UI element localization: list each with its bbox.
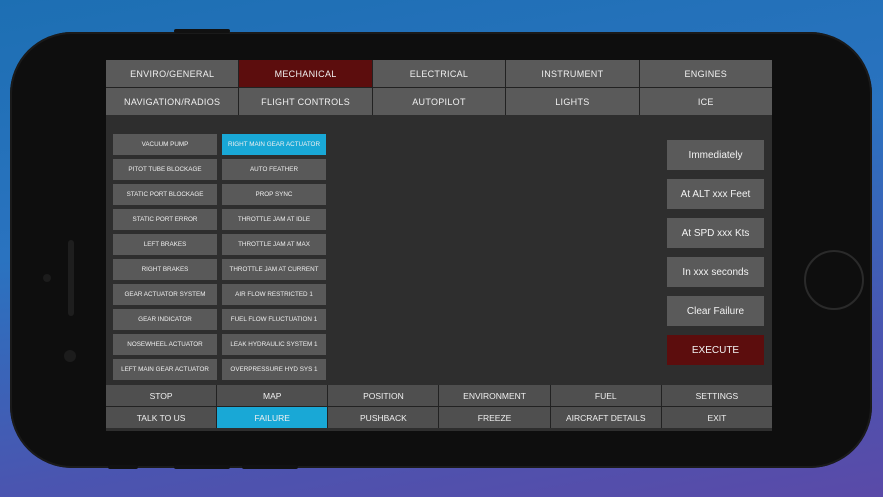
failure-throttle-jam-idle[interactable]: THROTTLE JAM AT IDLE [222, 209, 326, 230]
phone-camera [43, 274, 51, 282]
failure-static-port-blockage[interactable]: STATIC PORT BLOCKAGE [113, 184, 217, 205]
failure-left-main-gear-actuator[interactable]: LEFT MAIN GEAR ACTUATOR [113, 359, 217, 380]
nav-aircraft-details[interactable]: AIRCRAFT DETAILS [550, 407, 661, 428]
nav-pushback[interactable]: PUSHBACK [328, 407, 439, 428]
tab-mechanical[interactable]: MECHANICAL [239, 60, 372, 87]
bottom-navigation: STOP MAP POSITION ENVIRONMENT FUEL SETTI… [106, 385, 772, 428]
failure-right-main-gear-actuator[interactable]: RIGHT MAIN GEAR ACTUATOR [222, 134, 326, 155]
tab-navigation-radios[interactable]: NAVIGATION/RADIOS [106, 88, 239, 115]
phone-power-button [174, 29, 230, 33]
tab-enviro-general[interactable]: ENVIRO/GENERAL [106, 60, 239, 87]
failure-list: VACUUM PUMP RIGHT MAIN GEAR ACTUATOR PIT… [113, 134, 326, 380]
immediately-button[interactable]: Immediately [667, 140, 764, 170]
at-speed-button[interactable]: At SPD xxx Kts [667, 218, 764, 248]
tab-autopilot[interactable]: AUTOPILOT [372, 88, 506, 115]
in-seconds-button[interactable]: In xxx seconds [667, 257, 764, 287]
failure-right-brakes[interactable]: RIGHT BRAKES [113, 259, 217, 280]
phone-speaker [68, 240, 74, 316]
phone-home-button [804, 250, 864, 310]
nav-map[interactable]: MAP [217, 385, 328, 406]
tab-flight-controls[interactable]: FLIGHT CONTROLS [239, 88, 372, 115]
tab-engines[interactable]: ENGINES [639, 60, 772, 87]
phone-sensor [64, 350, 76, 362]
failure-static-port-error[interactable]: STATIC PORT ERROR [113, 209, 217, 230]
nav-exit[interactable]: EXIT [661, 407, 772, 428]
app-screen: ENVIRO/GENERAL MECHANICAL ELECTRICAL INS… [106, 60, 772, 431]
failure-overpressure-hyd-sys-1[interactable]: OVERPRESSURE HYD SYS 1 [222, 359, 326, 380]
nav-failure[interactable]: FAILURE [217, 407, 328, 428]
phone-volume-up [174, 465, 230, 469]
execute-button[interactable]: EXECUTE [667, 335, 764, 365]
tab-electrical[interactable]: ELECTRICAL [372, 60, 506, 87]
failure-vacuum-pump[interactable]: VACUUM PUMP [113, 134, 217, 155]
failure-prop-sync[interactable]: PROP SYNC [222, 184, 326, 205]
tab-ice[interactable]: ICE [639, 88, 772, 115]
failure-pitot-tube-blockage[interactable]: PITOT TUBE BLOCKAGE [113, 159, 217, 180]
failure-throttle-jam-max[interactable]: THROTTLE JAM AT MAX [222, 234, 326, 255]
at-altitude-button[interactable]: At ALT xxx Feet [667, 179, 764, 209]
failure-fuel-flow-fluctuation-1[interactable]: FUEL FLOW FLUCTUATION 1 [222, 309, 326, 330]
nav-settings[interactable]: SETTINGS [661, 385, 772, 406]
tab-lights[interactable]: LIGHTS [506, 88, 639, 115]
nav-stop[interactable]: STOP [106, 385, 217, 406]
phone-volume-down [242, 465, 298, 469]
nav-freeze[interactable]: FREEZE [439, 407, 550, 428]
failure-gear-actuator-system[interactable]: GEAR ACTUATOR SYSTEM [113, 284, 217, 305]
nav-environment[interactable]: ENVIRONMENT [439, 385, 550, 406]
nav-position[interactable]: POSITION [328, 385, 439, 406]
failure-gear-indicator[interactable]: GEAR INDICATOR [113, 309, 217, 330]
failure-left-brakes[interactable]: LEFT BRAKES [113, 234, 217, 255]
failure-leak-hydraulic-system-1[interactable]: LEAK HYDRAULIC SYSTEM 1 [222, 334, 326, 355]
tab-instrument[interactable]: INSTRUMENT [506, 60, 639, 87]
failure-air-flow-restricted-1[interactable]: AIR FLOW RESTRICTED 1 [222, 284, 326, 305]
failure-timing-panel: Immediately At ALT xxx Feet At SPD xxx K… [667, 140, 764, 365]
failure-category-tabs: ENVIRO/GENERAL MECHANICAL ELECTRICAL INS… [106, 60, 772, 115]
nav-fuel[interactable]: FUEL [550, 385, 661, 406]
failure-nosewheel-actuator[interactable]: NOSEWHEEL ACTUATOR [113, 334, 217, 355]
failure-auto-feather[interactable]: AUTO FEATHER [222, 159, 326, 180]
failure-throttle-jam-current[interactable]: THROTTLE JAM AT CURRENT [222, 259, 326, 280]
nav-talk-to-us[interactable]: TALK TO US [106, 407, 217, 428]
clear-failure-button[interactable]: Clear Failure [667, 296, 764, 326]
phone-mute-switch [108, 465, 138, 469]
